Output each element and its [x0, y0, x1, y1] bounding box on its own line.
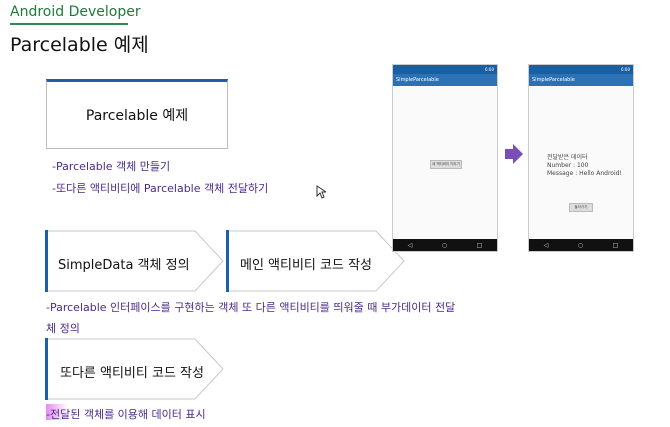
note-display-data: -전달된 객체를 이용해 데이터 표시 [46, 408, 206, 421]
mouse-cursor-icon [316, 185, 326, 199]
note-pass-parcelable: -또다른 액티비티에 Parcelable 객체 전달하기 [52, 182, 269, 195]
received-label: 전달받은 데이터 [547, 154, 588, 161]
home-icon[interactable]: ○ [578, 242, 583, 249]
brand-label: Android Developer [10, 4, 141, 20]
back-icon[interactable]: ◁ [544, 242, 549, 249]
slide-title-label: Parcelable 예제 [85, 108, 189, 124]
phone-screenshot-main: 6:00 SimpleParcelable 새 액티비티 띄우기 ◁ ○ □ [392, 64, 498, 252]
status-bar: 6:00 [393, 65, 497, 74]
status-bar: 6:00 [529, 65, 633, 74]
home-icon[interactable]: ○ [442, 242, 447, 249]
note-interface-cont: 체 정의 [46, 322, 80, 335]
nav-bar: ◁ ○ □ [393, 239, 497, 251]
app-title: SimpleParcelable [393, 74, 497, 86]
step1-label: SimpleData 객체 정의 [58, 258, 190, 273]
number-label: Number : 100 [547, 162, 589, 169]
app-title: SimpleParcelable [529, 74, 633, 86]
back-icon[interactable]: ◁ [408, 242, 413, 249]
nav-bar: ◁ ○ □ [529, 239, 633, 251]
message-label: Message : Hello Android! [547, 170, 622, 177]
return-button[interactable]: 돌아가기 [569, 203, 593, 212]
note-interface: -Parcelable 인터페이스를 구현하는 객체 또 다른 액티비티를 띄워… [46, 301, 456, 314]
recent-apps-icon[interactable]: □ [477, 242, 483, 249]
slide-title-box: Parcelable 예제 [46, 79, 228, 149]
step2-label: 메인 액티비티 코드 작성 [240, 258, 372, 273]
brand-underline [10, 23, 128, 25]
recent-apps-icon[interactable]: □ [613, 242, 619, 249]
transition-arrow-icon [505, 144, 523, 164]
step3-label: 또다른 액티비티 코드 작성 [60, 366, 204, 381]
note-create-parcelable: -Parcelable 객체 만들기 [52, 160, 171, 173]
open-activity-button[interactable]: 새 액티비티 띄우기 [430, 160, 462, 169]
page-title: Parcelable 예제 [10, 34, 149, 56]
phone-screenshot-menu: 6:00 SimpleParcelable 전달받은 데이터 Number : … [528, 64, 634, 252]
